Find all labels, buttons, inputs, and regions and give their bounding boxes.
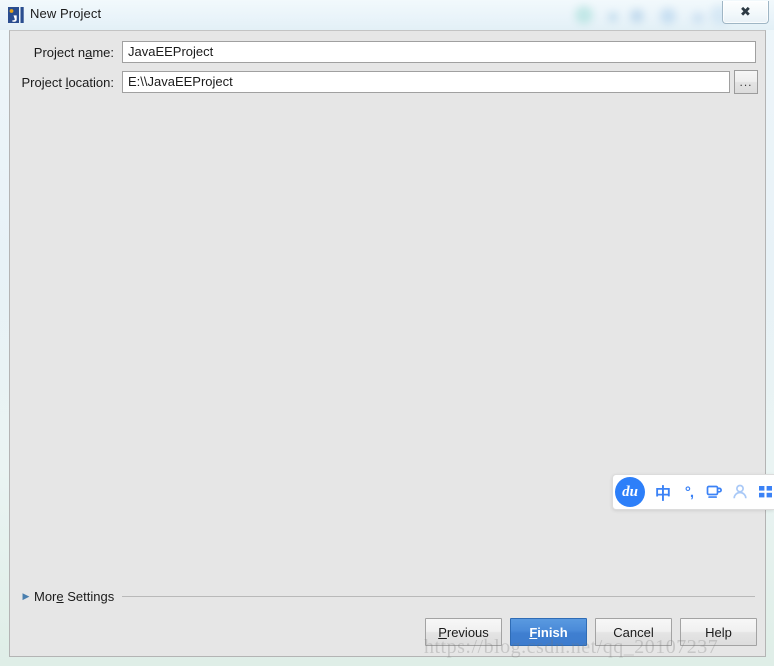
apps-grid-icon[interactable] <box>753 483 774 501</box>
intellij-idea-icon <box>8 7 25 23</box>
close-button[interactable]: ✖ <box>722 1 769 24</box>
dialog-button-bar: Previous Finish Cancel Help <box>10 614 767 658</box>
previous-button-label: revious <box>446 624 489 640</box>
baidu-ime-toolbar[interactable]: du 中 °, <box>612 474 774 510</box>
project-location-label-part2: ocation: <box>68 75 114 90</box>
cancel-button[interactable]: Cancel <box>595 618 672 646</box>
project-location-label: Project location: <box>10 75 114 90</box>
title-bar[interactable]: New Project ✖ <box>0 0 774 30</box>
close-icon: ✖ <box>740 4 751 20</box>
keyboard-cup-icon[interactable] <box>701 483 727 501</box>
project-name-label: Project name: <box>10 45 114 60</box>
ellipsis-icon: ... <box>739 75 753 89</box>
finish-button-label: inish <box>537 624 568 640</box>
baidu-logo-icon[interactable]: du <box>615 477 645 507</box>
project-name-label-part1: Project n <box>33 45 86 60</box>
cancel-button-label: Cancel <box>613 624 654 640</box>
window-title: New Project <box>30 6 102 21</box>
finish-button[interactable]: Finish <box>510 618 587 646</box>
project-name-input[interactable]: JavaEEProject <box>122 41 756 63</box>
dialog-client-area: Project name: JavaEEProject Project loca… <box>9 30 766 657</box>
previous-button[interactable]: Previous <box>425 618 502 646</box>
title-bar-glass <box>0 0 774 30</box>
help-button-label: Help <box>705 624 732 640</box>
new-project-dialog-window: New Project ✖ Project name: JavaEEProjec… <box>0 0 774 666</box>
ime-language-mode-icon[interactable]: 中 <box>649 480 677 504</box>
more-settings-label-part2: Settings <box>63 588 115 604</box>
more-settings-label-mnemonic: e <box>56 588 64 604</box>
help-button[interactable]: Help <box>680 618 757 646</box>
project-location-input[interactable]: E:\\JavaEEProject <box>122 71 730 93</box>
separator-line <box>122 595 755 597</box>
more-settings-label-part1: Mor <box>34 588 57 604</box>
browse-folder-button[interactable]: ... <box>734 70 758 94</box>
finish-button-mnemonic: F <box>529 624 538 640</box>
project-location-label-part1: Project <box>21 75 66 90</box>
ime-punctuation-mode-icon[interactable]: °, <box>677 484 701 501</box>
chevron-right-icon: ▶ <box>22 590 30 601</box>
more-settings-label: More Settings <box>34 589 114 604</box>
more-settings-toggle[interactable]: ▶ More Settings <box>20 587 757 605</box>
project-name-label-part2: me: <box>92 45 114 60</box>
previous-button-mnemonic: P <box>438 624 447 640</box>
user-icon[interactable] <box>727 483 753 501</box>
